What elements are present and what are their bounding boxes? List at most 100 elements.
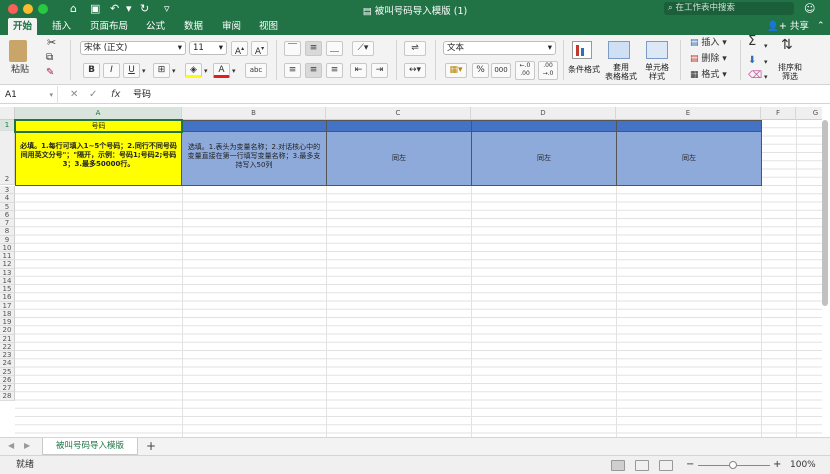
- tab-data[interactable]: 数据: [179, 18, 208, 35]
- italic-button[interactable]: I: [103, 63, 120, 78]
- format-cells-button[interactable]: ▦ 格式 ▾: [690, 69, 727, 81]
- decrease-font-button[interactable]: A▾: [251, 41, 268, 57]
- feedback-smiley-icon[interactable]: ☺: [804, 2, 815, 15]
- insert-cells-button[interactable]: ▤ 插入 ▾: [690, 37, 727, 49]
- tab-view[interactable]: 视图: [254, 18, 283, 35]
- prev-sheet-icon[interactable]: ◀: [8, 441, 14, 450]
- font-name-select[interactable]: 宋体 (正文) ▾: [80, 41, 186, 55]
- border-button[interactable]: ⊞: [153, 63, 170, 78]
- cell-c2[interactable]: 同左: [326, 131, 472, 186]
- align-left-button[interactable]: ≡: [284, 63, 301, 78]
- row-header[interactable]: 15: [0, 285, 15, 294]
- row-header[interactable]: 24: [0, 359, 15, 368]
- align-bottom-button[interactable]: ⎽: [326, 41, 343, 56]
- underline-button[interactable]: U: [123, 63, 140, 78]
- row-header[interactable]: 17: [0, 301, 15, 310]
- row-header[interactable]: 10: [0, 243, 15, 252]
- bold-button[interactable]: B: [83, 63, 100, 78]
- tab-page-layout[interactable]: 页面布局: [85, 18, 133, 35]
- row-header[interactable]: 25: [0, 367, 15, 376]
- tab-insert[interactable]: 插入: [47, 18, 76, 35]
- row-header[interactable]: 3: [0, 186, 15, 195]
- row-header[interactable]: 2: [0, 131, 15, 185]
- tab-review[interactable]: 审阅: [217, 18, 246, 35]
- format-as-table-icon[interactable]: [608, 41, 630, 59]
- increase-decimal-button[interactable]: ←.0.00: [515, 61, 535, 80]
- row-header[interactable]: 26: [0, 375, 15, 384]
- row-header[interactable]: 9: [0, 235, 15, 244]
- column-header-b[interactable]: B: [182, 107, 326, 120]
- row-header[interactable]: 12: [0, 260, 15, 269]
- row-header[interactable]: 1: [0, 120, 15, 131]
- merge-center-button[interactable]: ↔▾: [404, 63, 426, 78]
- cell-a2[interactable]: 必填。1.每行可填入1~5个号码；2.同行不同号码间用英文分号"；"隔开，示例：…: [15, 131, 182, 186]
- row-header[interactable]: 22: [0, 342, 15, 351]
- cell-d2[interactable]: 同左: [471, 131, 617, 186]
- insert-function-icon[interactable]: fx: [111, 86, 120, 104]
- autosum-dropdown-icon[interactable]: ▾: [764, 40, 768, 52]
- column-header-d[interactable]: D: [471, 107, 616, 120]
- conditional-format-icon[interactable]: [572, 41, 592, 59]
- decrease-indent-button[interactable]: ⇤: [350, 63, 367, 78]
- row-header[interactable]: 13: [0, 268, 15, 277]
- sort-filter-icon[interactable]: ⇅: [781, 38, 793, 52]
- cut-icon[interactable]: ✂: [47, 37, 56, 49]
- font-color-button[interactable]: A: [213, 63, 230, 78]
- decrease-decimal-button[interactable]: .00 →.0: [538, 61, 558, 80]
- accounting-format-button[interactable]: ▦▾: [445, 63, 467, 78]
- cell-styles-label[interactable]: 单元格 样式: [637, 63, 677, 81]
- conditional-format-label[interactable]: 条件格式: [564, 65, 604, 74]
- sort-filter-label[interactable]: 排序和 筛选: [775, 63, 805, 81]
- row-header[interactable]: 23: [0, 351, 15, 360]
- font-size-select[interactable]: 11 ▾: [189, 41, 227, 55]
- align-top-button[interactable]: ⎺: [284, 41, 301, 56]
- page-layout-view-button[interactable]: [635, 460, 649, 471]
- sheet-tab-active[interactable]: 被叫号码导入模版: [42, 438, 138, 455]
- number-format-select[interactable]: 文本 ▾: [443, 41, 556, 55]
- row-header[interactable]: 5: [0, 202, 15, 211]
- row-header[interactable]: 18: [0, 309, 15, 318]
- comma-style-button[interactable]: 000: [491, 63, 511, 78]
- border-dropdown-icon[interactable]: ▾: [172, 65, 176, 77]
- column-header-g[interactable]: G: [796, 107, 822, 120]
- tab-home[interactable]: 开始: [8, 18, 38, 35]
- autosum-icon[interactable]: Σ: [748, 35, 756, 48]
- align-right-button[interactable]: ≡: [326, 63, 343, 78]
- formula-input[interactable]: 号码: [133, 86, 151, 104]
- wrap-text-button[interactable]: ⇌: [404, 41, 426, 56]
- row-header[interactable]: 7: [0, 219, 15, 228]
- confirm-icon[interactable]: ✓: [89, 86, 97, 104]
- name-box[interactable]: A1 ▾: [0, 86, 58, 104]
- fill-color-button[interactable]: ◈: [185, 63, 202, 78]
- clear-icon[interactable]: ⌫: [748, 70, 762, 82]
- column-header-c[interactable]: C: [326, 107, 471, 120]
- align-middle-button[interactable]: ≡: [305, 41, 322, 56]
- format-as-table-label[interactable]: 套用 表格格式: [601, 63, 641, 81]
- row-header[interactable]: 6: [0, 210, 15, 219]
- paste-icon[interactable]: [9, 40, 27, 62]
- row-header[interactable]: 19: [0, 318, 15, 327]
- orientation-button[interactable]: ⟋▾: [352, 41, 374, 56]
- share-button[interactable]: 👤+ 共享: [767, 18, 809, 35]
- cell-b2[interactable]: 选填。1.表头为变量名称；2.对话核心中的变量直接在第一行填写变量名称；3.最多…: [181, 131, 327, 186]
- fill-icon[interactable]: ⬇: [748, 55, 756, 67]
- align-center-button[interactable]: ≡: [305, 63, 322, 78]
- phonetic-button[interactable]: abc: [245, 63, 267, 78]
- row-header[interactable]: 21: [0, 334, 15, 343]
- row-header[interactable]: 27: [0, 384, 15, 393]
- collapse-ribbon-icon[interactable]: ⌃: [817, 18, 825, 35]
- row-header[interactable]: 16: [0, 293, 15, 302]
- column-header-e[interactable]: E: [616, 107, 761, 120]
- page-break-view-button[interactable]: [659, 460, 673, 471]
- underline-dropdown-icon[interactable]: ▾: [142, 65, 146, 77]
- row-header[interactable]: 11: [0, 252, 15, 261]
- add-sheet-button[interactable]: +: [146, 438, 156, 454]
- clear-dropdown-icon[interactable]: ▾: [764, 71, 768, 83]
- normal-view-button[interactable]: [611, 460, 625, 471]
- next-sheet-icon[interactable]: ▶: [24, 441, 30, 450]
- row-header[interactable]: 14: [0, 276, 15, 285]
- row-header[interactable]: 4: [0, 194, 15, 203]
- row-header[interactable]: 8: [0, 227, 15, 236]
- worksheet-grid[interactable]: A B C D E F G 1 2 3 4 5 6 7 8 9 10 11 12 13 14 15 16 1…: [0, 107, 822, 437]
- fill-dropdown-icon[interactable]: ▾: [764, 56, 768, 68]
